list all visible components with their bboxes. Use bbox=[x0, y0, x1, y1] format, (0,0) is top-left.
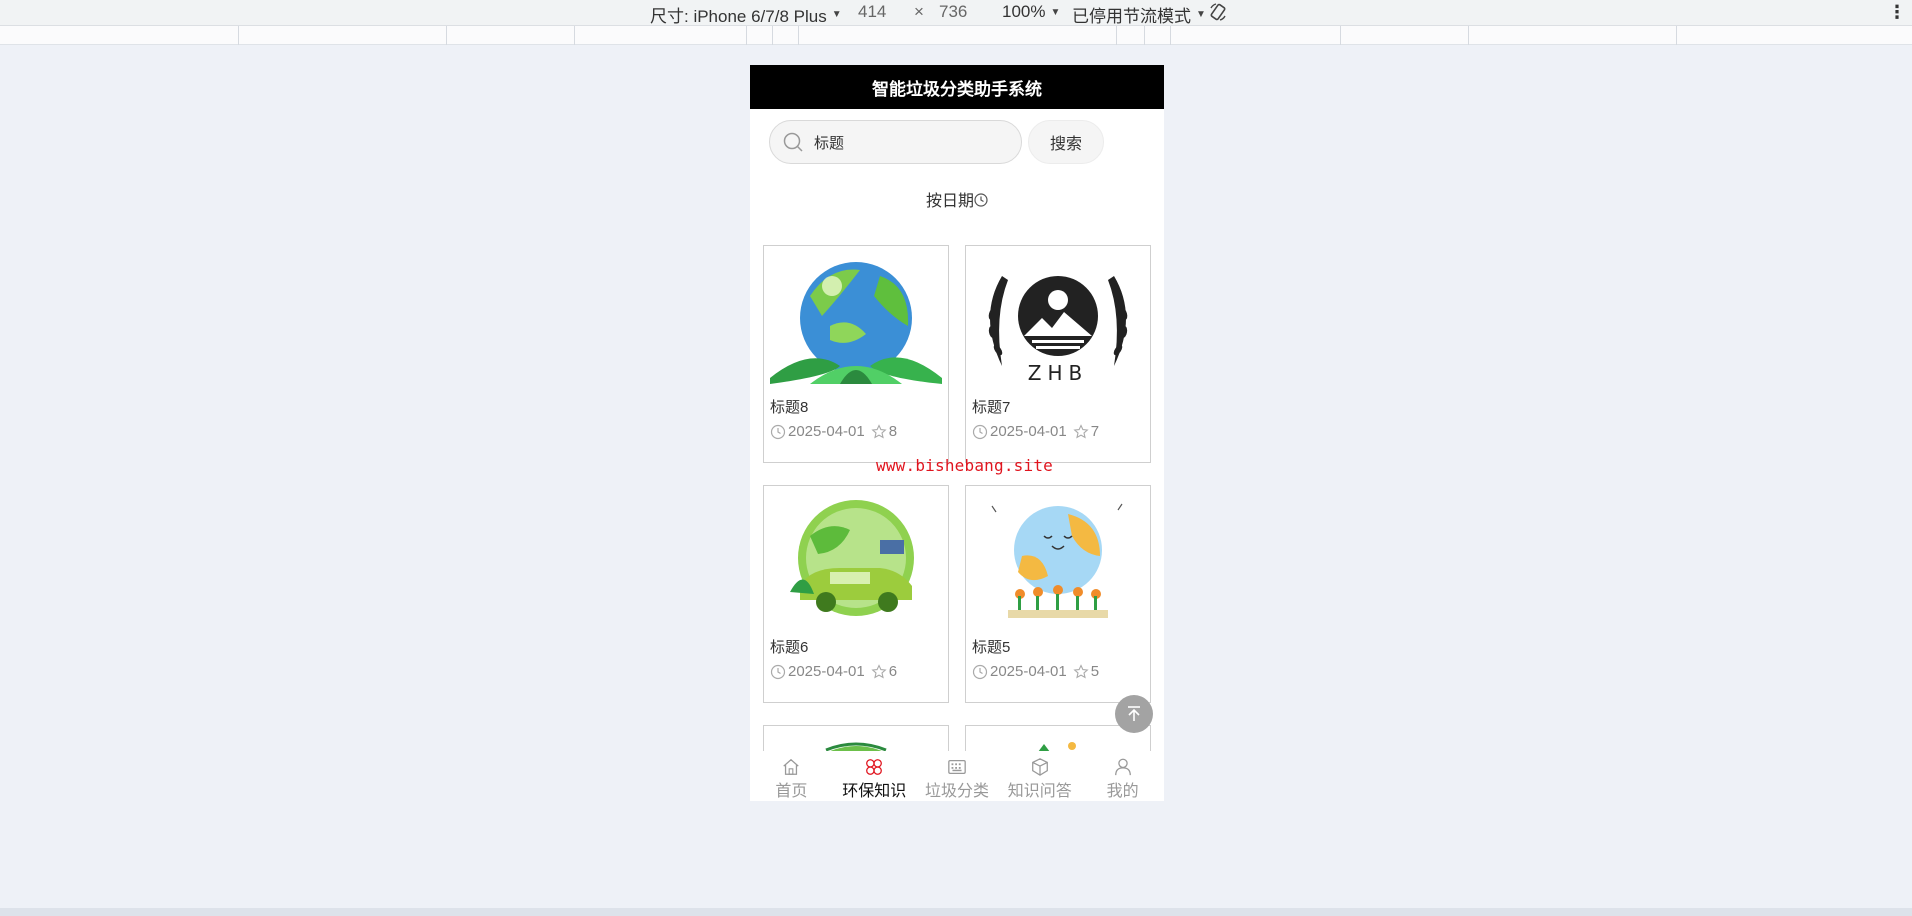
more-options-icon[interactable]: ⋮ bbox=[1888, 2, 1906, 23]
device-select-label: 尺寸: iPhone 6/7/8 Plus bbox=[650, 7, 827, 26]
search-input[interactable] bbox=[814, 133, 1004, 151]
bottom-tab-bar: 首页 环保知识 垃圾分类 知识问答 我的 bbox=[750, 751, 1164, 801]
throttle-select[interactable]: 已停用节流模式 ▼ bbox=[1072, 2, 1206, 27]
chevron-down-icon: ▼ bbox=[1196, 9, 1206, 20]
watermark-text: www.bishebang.site bbox=[876, 456, 1053, 475]
article-card[interactable]: ZHB 标题7 2025-04-01 7 bbox=[965, 245, 1151, 463]
smiling-earth-image bbox=[991, 503, 1123, 618]
article-card[interactable]: 标题8 2025-04-01 8 bbox=[763, 245, 949, 463]
earth-leaves-image bbox=[770, 262, 942, 384]
dimension-separator: × bbox=[914, 2, 924, 22]
clock-icon bbox=[770, 424, 786, 439]
card-favs: 7 bbox=[1090, 423, 1100, 440]
media-query-ruler[interactable] bbox=[0, 26, 1912, 45]
tab-quiz[interactable]: 知识问答 bbox=[998, 751, 1081, 801]
device-width-value: 414 bbox=[858, 2, 887, 21]
card-meta: 2025-04-01 7 bbox=[972, 423, 1099, 440]
card-date: 2025-04-01 bbox=[990, 663, 1067, 680]
back-to-top-button[interactable] bbox=[1115, 695, 1153, 733]
tab-classification[interactable]: 垃圾分类 bbox=[916, 751, 999, 801]
clock-icon bbox=[972, 424, 988, 439]
card-favs: 6 bbox=[888, 663, 898, 680]
chevron-down-icon: ▼ bbox=[831, 9, 842, 20]
svg-text:ZHB: ZHB bbox=[1028, 361, 1088, 385]
chevron-down-icon: ▼ bbox=[1050, 6, 1061, 18]
zhb-emblem-image: ZHB bbox=[988, 276, 1128, 385]
star-icon bbox=[871, 663, 887, 679]
times-glyph: × bbox=[914, 2, 924, 21]
star-icon bbox=[1073, 423, 1089, 439]
window-bottom-edge bbox=[0, 908, 1912, 916]
device-height-value: 736 bbox=[939, 2, 968, 21]
article-card[interactable]: 标题5 2025-04-01 5 bbox=[965, 485, 1151, 703]
cube-icon bbox=[1031, 758, 1048, 776]
clock-icon bbox=[972, 664, 988, 679]
card-meta: 2025-04-01 5 bbox=[972, 663, 1099, 680]
card-date: 2025-04-01 bbox=[990, 423, 1067, 440]
tab-knowledge[interactable]: 环保知识 bbox=[833, 751, 916, 801]
zoom-value: 100% bbox=[1002, 2, 1046, 21]
tab-label: 首页 bbox=[775, 783, 808, 800]
tab-label: 垃圾分类 bbox=[924, 783, 989, 800]
star-icon bbox=[871, 423, 887, 439]
article-card[interactable]: 标题6 2025-04-01 6 bbox=[763, 485, 949, 703]
sort-label: 按日期 bbox=[925, 193, 974, 210]
rotate-icon[interactable] bbox=[1208, 2, 1228, 22]
card-favs: 5 bbox=[1090, 663, 1100, 680]
tab-profile[interactable]: 我的 bbox=[1081, 751, 1164, 801]
card-meta: 2025-04-01 6 bbox=[770, 663, 897, 680]
device-height-field[interactable]: 736 bbox=[939, 2, 967, 22]
app-header: 智能垃圾分类助手系统 bbox=[750, 65, 1164, 109]
card-meta: 2025-04-01 8 bbox=[770, 423, 897, 440]
card-title: 标题8 bbox=[770, 399, 809, 416]
green-car-earth-image bbox=[790, 500, 914, 616]
card-date: 2025-04-01 bbox=[788, 423, 865, 440]
page-title: 智能垃圾分类助手系统 bbox=[872, 79, 1042, 99]
sort-clock-icon bbox=[974, 193, 988, 207]
card-date: 2025-04-01 bbox=[788, 663, 865, 680]
card-title: 标题6 bbox=[770, 639, 809, 656]
star-icon bbox=[1073, 663, 1089, 679]
device-width-field[interactable]: 414 bbox=[858, 2, 886, 22]
keyboard-icon bbox=[948, 760, 966, 774]
tab-label: 知识问答 bbox=[1007, 783, 1072, 800]
tab-label: 环保知识 bbox=[842, 783, 907, 800]
zoom-select[interactable]: 100% ▼ bbox=[1002, 2, 1060, 22]
tab-label: 我的 bbox=[1106, 783, 1139, 800]
card-favs: 8 bbox=[888, 423, 898, 440]
sort-by-date[interactable]: 按日期 bbox=[750, 187, 1164, 211]
card-title: 标题7 bbox=[972, 399, 1011, 416]
user-icon bbox=[1114, 758, 1131, 776]
clover-icon bbox=[866, 759, 883, 775]
search-bar: 搜索 bbox=[769, 120, 1104, 164]
arrow-up-icon bbox=[1128, 706, 1140, 721]
devtools-device-toolbar: 尺寸: iPhone 6/7/8 Plus ▼ 414 × 736 100% ▼… bbox=[0, 0, 1912, 26]
device-select[interactable]: 尺寸: iPhone 6/7/8 Plus ▼ bbox=[650, 2, 842, 27]
home-icon bbox=[783, 758, 800, 775]
search-button[interactable]: 搜索 bbox=[1028, 120, 1104, 164]
search-field-wrapper[interactable] bbox=[769, 120, 1022, 164]
search-icon bbox=[783, 132, 803, 152]
tab-home[interactable]: 首页 bbox=[750, 751, 833, 801]
card-title: 标题5 bbox=[972, 639, 1011, 656]
mobile-viewport: 智能垃圾分类助手系统 搜索 按日期 标题8 20 bbox=[750, 65, 1164, 801]
clock-icon bbox=[770, 664, 786, 679]
throttle-value: 已停用节流模式 bbox=[1072, 7, 1191, 26]
